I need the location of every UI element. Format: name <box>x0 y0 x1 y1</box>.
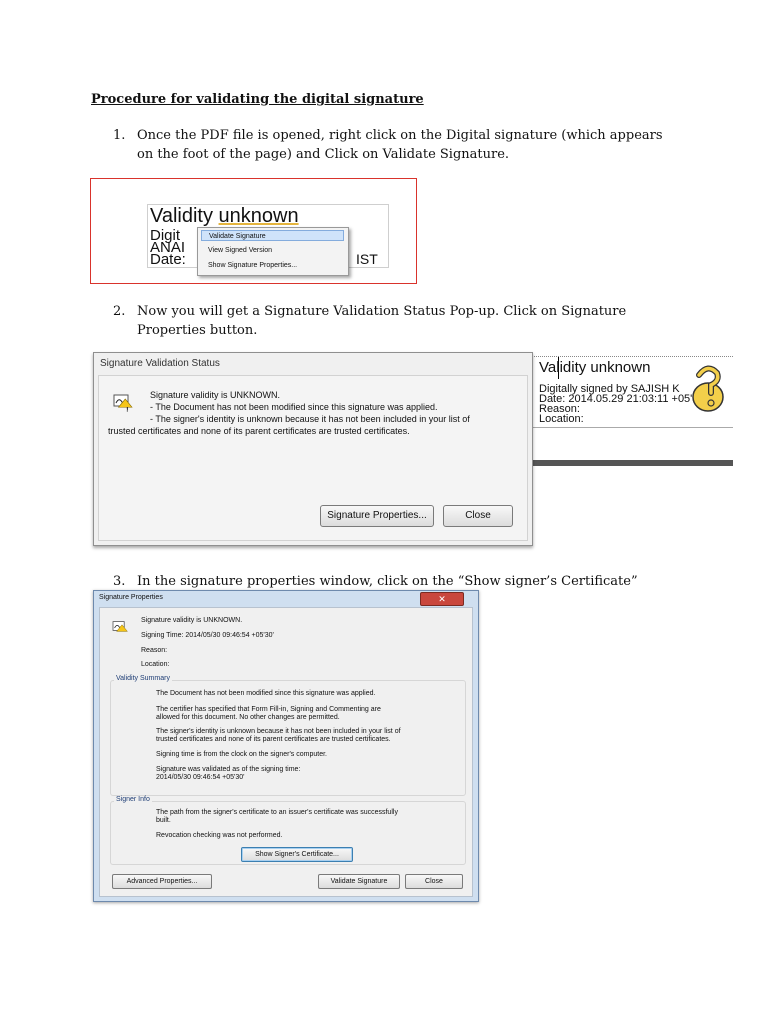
summary-line: Signing time is from the clock on the si… <box>156 751 327 758</box>
signer-line: built. <box>156 817 171 824</box>
menu-item-view-signed-version[interactable]: View Signed Version <box>201 245 344 256</box>
signature-line: Date: <box>150 251 186 268</box>
validity-heading: Validity unknown <box>150 205 299 227</box>
validity-status: Signature validity is UNKNOWN. <box>141 617 243 624</box>
advanced-properties-button[interactable]: Advanced Properties... <box>112 874 212 889</box>
timezone-label: IST <box>356 251 378 267</box>
summary-line: allowed for this document. No other chan… <box>156 714 340 721</box>
signer-line: Revocation checking was not performed. <box>156 832 283 839</box>
reason-label: Reason: <box>141 647 168 654</box>
location-label: Location: <box>141 661 170 668</box>
step-number: 3. <box>113 574 126 589</box>
signature-warning-icon <box>112 621 128 632</box>
summary-line: The signer's identity is unknown because… <box>156 728 401 735</box>
validity-heading: Validity unknown <box>539 359 651 376</box>
menu-item-show-signature-properties[interactable]: Show Signature Properties... <box>201 260 344 271</box>
signer-line: The path from the signer's certificate t… <box>156 809 398 816</box>
summary-line: Signature was validated as of the signin… <box>156 766 301 773</box>
svg-text:!: ! <box>126 407 129 414</box>
close-icon[interactable]: ✕ <box>420 592 464 606</box>
summary-line: The certifier has specified that Form Fi… <box>156 706 381 713</box>
signing-time: Signing Time: 2014/05/30 09:46:54 +05'30… <box>141 632 274 639</box>
step-text: Once the PDF file is opened, right click… <box>137 128 663 162</box>
signature-validation-status-dialog: Signature Validation Status ! Signature … <box>93 352 533 546</box>
validate-signature-button[interactable]: Validate Signature <box>318 874 400 889</box>
question-person-icon <box>692 365 724 412</box>
dialog-title: Signature Validation Status <box>100 358 220 369</box>
dialog-title: Signature Properties <box>99 594 163 601</box>
signature-properties-dialog: Signature Properties ✕ Signature validit… <box>93 590 479 902</box>
menu-item-validate-signature[interactable]: Validate Signature <box>201 230 344 241</box>
signer-info-label: Signer Info <box>114 796 152 803</box>
signature-warning-icon: ! <box>113 394 133 414</box>
validation-message: Signature validity is UNKNOWN. - The Doc… <box>108 390 470 436</box>
dialog-body: Signature validity is UNKNOWN. Signing T… <box>99 607 473 897</box>
page-title: Procedure for validating the digital sig… <box>91 92 424 107</box>
signature-line: Location: <box>539 413 584 425</box>
close-button[interactable]: Close <box>443 505 513 527</box>
step-text: In the signature properties window, clic… <box>137 574 638 589</box>
context-menu: Validate Signature View Signed Version S… <box>197 227 349 276</box>
step-number: 2. <box>113 304 126 319</box>
step-number: 1. <box>113 128 126 143</box>
close-button[interactable]: Close <box>405 874 463 889</box>
step-text: Now you will get a Signature Validation … <box>137 304 627 338</box>
summary-line: trusted certificates and none of its par… <box>156 736 391 743</box>
signature-appearance[interactable]: Validity unknown Digitally signed by SAJ… <box>531 355 733 428</box>
summary-line: 2014/05/30 09:46:54 +05'30' <box>156 774 245 781</box>
validity-summary-label: Validity Summary <box>114 675 172 682</box>
signature-properties-button[interactable]: Signature Properties... <box>320 505 434 527</box>
show-signers-certificate-button[interactable]: Show Signer's Certificate... <box>241 847 353 862</box>
signature-context-menu-figure: Validity unknown Digit ANAI Date: IST Va… <box>90 178 417 284</box>
summary-line: The Document has not been modified since… <box>156 690 376 697</box>
